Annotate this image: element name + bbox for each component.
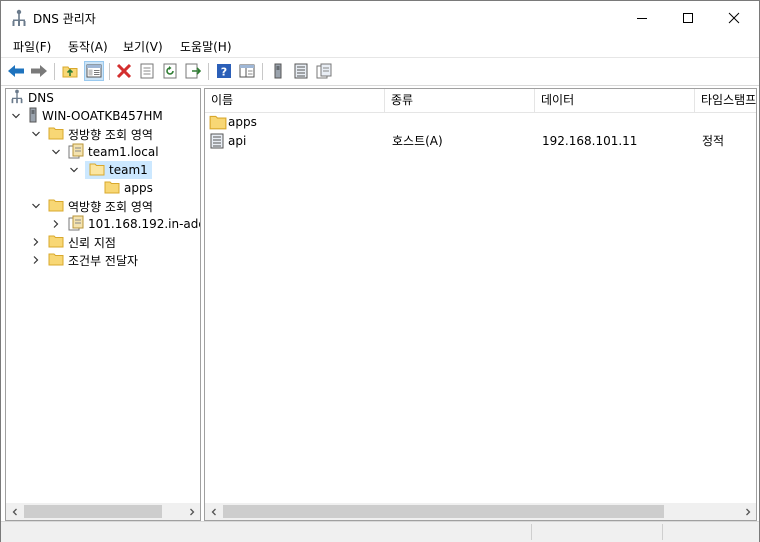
tree-horizontal-scrollbar[interactable] xyxy=(6,503,200,520)
list-header: 이름 종류 데이터 타임스탬프 xyxy=(205,89,756,113)
folder-icon xyxy=(48,126,64,143)
list-item-data: 192.168.101.11 xyxy=(542,134,638,148)
show-pane-icon[interactable] xyxy=(238,62,256,80)
scroll-left-icon[interactable] xyxy=(6,503,23,520)
menu-help[interactable]: 도움말(H) xyxy=(180,38,232,55)
properties-icon[interactable] xyxy=(138,62,156,80)
scroll-right-icon[interactable] xyxy=(183,503,200,520)
window-title: DNS 관리자 xyxy=(33,12,96,26)
column-header-type[interactable]: 종류 xyxy=(385,89,535,112)
chevron-down-icon[interactable] xyxy=(10,110,22,122)
status-panel xyxy=(532,524,663,540)
toolbar: ? xyxy=(1,57,759,86)
tree-item-conditional-forwarders[interactable]: 조건부 전달자 xyxy=(30,251,138,269)
minimize-button[interactable] xyxy=(619,1,665,34)
scrollbar-thumb[interactable] xyxy=(24,505,162,518)
status-bar xyxy=(1,521,759,542)
zone-icon xyxy=(68,143,84,162)
console-tree[interactable]: DNS WIN-OOATKB457HM 정방향 조회 영역 team1.loca… xyxy=(5,88,201,521)
server-icon[interactable] xyxy=(269,62,287,80)
zone-icon[interactable] xyxy=(315,62,333,80)
list-horizontal-scrollbar[interactable] xyxy=(205,503,756,520)
chevron-down-icon[interactable] xyxy=(50,146,62,158)
refresh-icon[interactable] xyxy=(161,62,179,80)
column-header-timestamp[interactable]: 타임스탬프 xyxy=(695,89,756,112)
dns-node-icon xyxy=(10,89,24,107)
menu-action[interactable]: 동작(A) xyxy=(68,38,108,55)
chevron-right-icon[interactable] xyxy=(30,236,42,248)
svg-text:?: ? xyxy=(221,66,227,79)
tree-item-label: 정방향 조회 영역 xyxy=(68,127,153,142)
folder-icon xyxy=(48,234,64,251)
chevron-down-icon[interactable] xyxy=(30,128,42,140)
tree-item-server[interactable]: WIN-OOATKB457HM xyxy=(10,107,163,125)
dns-manager-window: DNS 관리자 파일(F) 동작(A) 보기(V) 도움말(H) ? DNS W… xyxy=(0,0,760,542)
list-item-name: apps xyxy=(228,115,257,129)
status-panel xyxy=(1,524,532,540)
chevron-down-icon[interactable] xyxy=(30,200,42,212)
help-icon[interactable]: ? xyxy=(215,62,233,80)
scroll-left-icon[interactable] xyxy=(205,503,222,520)
toolbar-separator xyxy=(109,63,110,80)
folder-icon xyxy=(104,180,120,197)
column-header-name[interactable]: 이름 xyxy=(205,89,385,112)
record-icon xyxy=(209,133,225,152)
toolbar-separator xyxy=(208,63,209,80)
tree-item-label: apps xyxy=(124,181,153,195)
toolbar-separator xyxy=(54,63,55,80)
tree-item-reverse-zones[interactable]: 역방향 조회 영역 xyxy=(30,197,153,215)
results-list[interactable]: 이름 종류 데이터 타임스탬프 apps api 호스트(A) 192.168.… xyxy=(204,88,757,521)
title-bar: DNS 관리자 xyxy=(1,1,759,34)
delete-icon[interactable] xyxy=(115,62,133,80)
menu-bar: 파일(F) 동작(A) 보기(V) 도움말(H) xyxy=(1,34,759,56)
server-icon xyxy=(28,107,38,126)
scrollbar-thumb[interactable] xyxy=(223,505,664,518)
selected-node-highlight: team1 xyxy=(85,161,152,179)
tree-item-label: 신뢰 지점 xyxy=(68,235,116,250)
export-list-icon[interactable] xyxy=(184,62,202,80)
tree-item-reverse-zone[interactable]: 101.168.192.in-addr xyxy=(50,215,201,234)
record-list-icon[interactable] xyxy=(292,62,310,80)
scroll-right-icon[interactable] xyxy=(739,503,756,520)
tree-item-label: team1 xyxy=(109,163,148,177)
list-item-name: api xyxy=(228,134,247,148)
tree-item-dns[interactable]: DNS xyxy=(10,89,54,107)
list-item-timestamp: 정적 xyxy=(702,134,725,148)
zone-icon xyxy=(68,215,84,234)
show-hide-tree-icon[interactable] xyxy=(84,61,104,81)
up-folder-icon[interactable] xyxy=(61,62,79,80)
list-item-type: 호스트(A) xyxy=(392,134,443,148)
chevron-down-icon[interactable] xyxy=(68,164,80,176)
menu-view[interactable]: 보기(V) xyxy=(123,38,163,55)
dns-app-icon xyxy=(11,9,27,27)
close-button[interactable] xyxy=(711,1,757,34)
forward-arrow-icon[interactable] xyxy=(30,62,48,80)
column-header-data[interactable]: 데이터 xyxy=(535,89,695,112)
tree-item-label: WIN-OOATKB457HM xyxy=(42,109,163,123)
maximize-button[interactable] xyxy=(665,1,711,34)
tree-item-zone-team1-local[interactable]: team1.local xyxy=(50,143,159,161)
folder-icon xyxy=(48,252,64,269)
chevron-right-icon[interactable] xyxy=(30,254,42,266)
folder-icon xyxy=(89,162,105,179)
toolbar-separator xyxy=(262,63,263,80)
folder-icon xyxy=(48,198,64,215)
tree-item-team1[interactable]: team1 xyxy=(68,161,152,179)
chevron-right-icon[interactable] xyxy=(50,218,62,230)
back-arrow-icon[interactable] xyxy=(7,62,25,80)
tree-item-label: 101.168.192.in-addr xyxy=(88,217,201,231)
list-item[interactable]: api 호스트(A) 192.168.101.11 정적 xyxy=(205,132,756,151)
tree-item-apps[interactable]: apps xyxy=(104,179,153,197)
tree-item-label: 역방향 조회 영역 xyxy=(68,199,153,214)
menu-file[interactable]: 파일(F) xyxy=(13,38,51,55)
tree-item-label: team1.local xyxy=(88,145,159,159)
tree-item-trust-points[interactable]: 신뢰 지점 xyxy=(30,233,116,251)
folder-icon xyxy=(209,114,227,133)
list-item[interactable]: apps xyxy=(205,113,756,132)
tree-item-label: DNS xyxy=(28,91,54,105)
tree-item-label: 조건부 전달자 xyxy=(68,253,139,268)
tree-item-forward-zones[interactable]: 정방향 조회 영역 xyxy=(30,125,153,143)
